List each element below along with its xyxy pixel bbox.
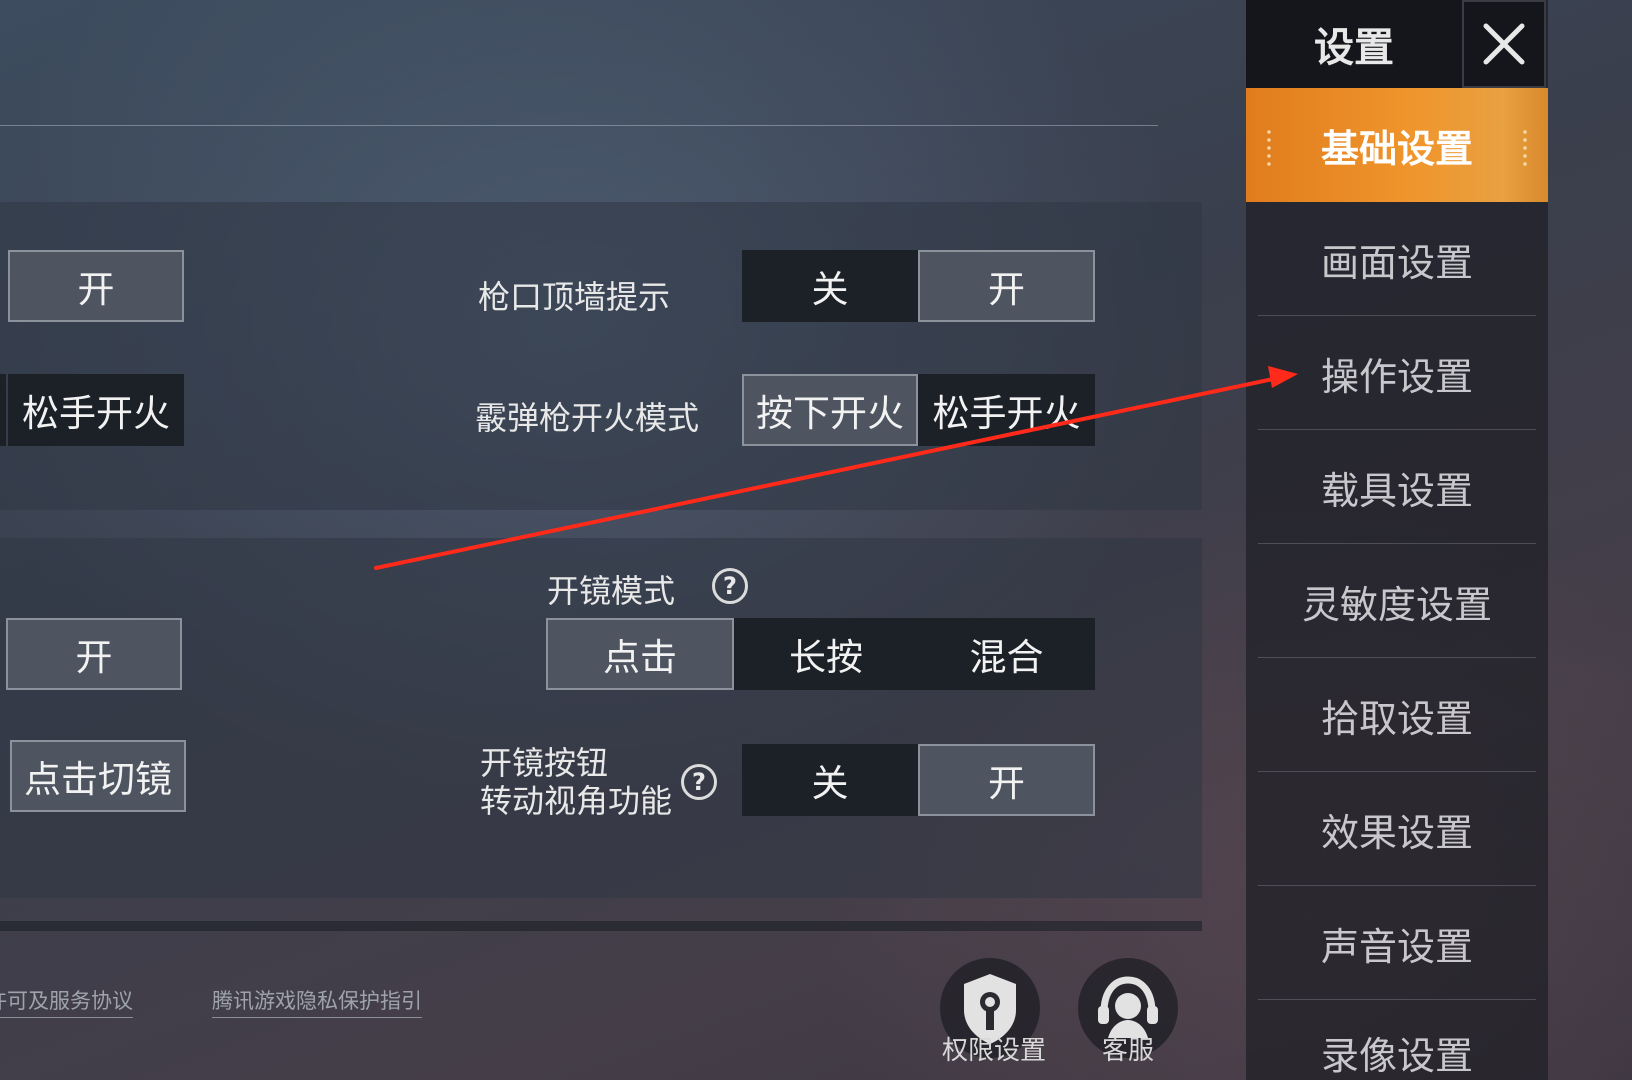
menu-effects-settings[interactable]: 效果设置 — [1246, 772, 1548, 886]
scope-mode-hold-option[interactable]: 长按 — [734, 618, 918, 690]
menu-control-settings-label: 操作设置 — [1320, 354, 1473, 399]
scope-rotate-on-option[interactable]: 开 — [918, 744, 1095, 816]
muzzle-wall-off-option[interactable]: 关 — [742, 250, 918, 322]
menu-sensitivity-settings-label: 灵敏度设置 — [1301, 582, 1492, 627]
menu-grip-right — [1522, 128, 1528, 168]
close-button[interactable] — [1462, 0, 1546, 88]
menu-sound-settings-label: 声音设置 — [1320, 924, 1473, 969]
shotgun-release-fire-option[interactable]: 松手开火 — [918, 374, 1095, 446]
menu-display-settings[interactable]: 画面设置 — [1246, 202, 1548, 316]
left-row2-release-fire-option[interactable]: 松手开火 — [8, 374, 184, 446]
menu-effects-settings-label: 效果设置 — [1320, 810, 1473, 855]
menu-display-settings-label: 画面设置 — [1320, 240, 1473, 285]
menu-sound-settings[interactable]: 声音设置 — [1246, 886, 1548, 1000]
bottom-divider-bar — [0, 921, 1202, 931]
shotgun-press-fire-option[interactable]: 按下开火 — [742, 374, 918, 446]
menu-sensitivity-settings[interactable]: 灵敏度设置 — [1246, 544, 1548, 658]
scope-rotate-off-option[interactable]: 关 — [742, 744, 918, 816]
scope-mode-mixed-option[interactable]: 混合 — [918, 618, 1095, 690]
menu-grip-left — [1266, 128, 1272, 168]
shotgun-fire-mode-label: 霰弹枪开火模式 — [475, 399, 700, 437]
service-agreement-link[interactable]: 许可及服务协议 — [0, 985, 133, 1018]
customer-service-label: 客服 — [1102, 1036, 1155, 1066]
scope-mode-tap-option[interactable]: 点击 — [546, 618, 734, 690]
scope-rotate-label-line2: 转动视角功能 — [480, 782, 673, 820]
scope-mode-label: 开镜模式 — [547, 572, 676, 610]
left-row1-on-option[interactable]: 开 — [8, 250, 184, 322]
scope-rotate-help-icon[interactable]: ? — [681, 764, 717, 800]
header-divider — [0, 125, 1158, 126]
menu-basic-settings[interactable]: 基础设置 — [1246, 88, 1548, 202]
close-icon — [1483, 23, 1525, 65]
scope-rotate-label-line1: 开镜按钮 — [480, 744, 609, 782]
privacy-guide-link[interactable]: 腾讯游戏隐私保护指引 — [212, 985, 422, 1018]
menu-replay-settings[interactable]: 录像设置 — [1246, 1000, 1548, 1080]
left-row2-prev-option[interactable] — [0, 374, 6, 446]
left-row4-tap-scope-option[interactable]: 点击切镜 — [10, 740, 186, 812]
menu-basic-settings-label: 基础设置 — [1320, 126, 1473, 171]
menu-replay-settings-label: 录像设置 — [1320, 1034, 1473, 1078]
menu-pickup-settings[interactable]: 拾取设置 — [1246, 658, 1548, 772]
menu-vehicle-settings[interactable]: 载具设置 — [1246, 430, 1548, 544]
fire-settings-panel — [0, 202, 1202, 510]
permission-settings-label: 权限设置 — [942, 1036, 1047, 1066]
scope-rotate-label: 开镜按钮 转动视角功能 — [480, 744, 672, 820]
left-row3-on-option[interactable]: 开 — [6, 618, 182, 690]
muzzle-wall-hint-label: 枪口顶墙提示 — [478, 278, 671, 316]
menu-pickup-settings-label: 拾取设置 — [1320, 696, 1473, 741]
scope-mode-help-icon[interactable]: ? — [712, 568, 748, 604]
menu-control-settings[interactable]: 操作设置 — [1246, 316, 1548, 430]
menu-vehicle-settings-label: 载具设置 — [1320, 468, 1473, 513]
settings-title: 设置 — [1246, 0, 1462, 88]
muzzle-wall-on-option[interactable]: 开 — [918, 250, 1095, 322]
